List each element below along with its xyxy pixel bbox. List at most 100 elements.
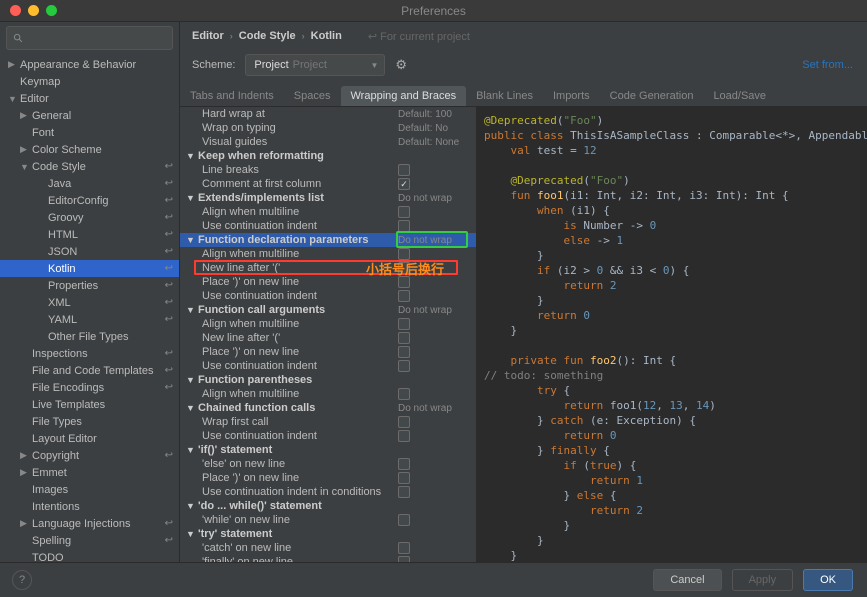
- sidebar-item-font[interactable]: Font: [0, 124, 179, 141]
- option-checkbox[interactable]: [398, 178, 470, 190]
- option-checkbox[interactable]: [398, 248, 470, 260]
- sidebar-item-live-templates[interactable]: Live Templates: [0, 396, 179, 413]
- sidebar-item-code-style[interactable]: ▼Code Style↩: [0, 158, 179, 175]
- option-row[interactable]: Align when multiline: [180, 317, 476, 331]
- tab-code-generation[interactable]: Code Generation: [600, 86, 704, 106]
- option-row[interactable]: ▼'try' statement: [180, 527, 476, 541]
- option-row[interactable]: 'catch' on new line: [180, 541, 476, 555]
- sidebar-item-file-types[interactable]: File Types: [0, 413, 179, 430]
- option-value[interactable]: Default: No: [398, 123, 470, 134]
- sidebar-item-todo[interactable]: TODO: [0, 549, 179, 562]
- option-row[interactable]: New line after '(': [180, 261, 476, 275]
- option-row[interactable]: ▼Function declaration parametersDo not w…: [180, 233, 476, 247]
- scheme-select[interactable]: Project Project ▼: [245, 54, 385, 76]
- sidebar-item-xml[interactable]: XML↩: [0, 294, 179, 311]
- option-checkbox[interactable]: [398, 542, 470, 554]
- option-value[interactable]: Default: 100: [398, 109, 470, 120]
- option-checkbox[interactable]: [398, 486, 470, 498]
- option-checkbox[interactable]: [398, 416, 470, 428]
- tab-imports[interactable]: Imports: [543, 86, 600, 106]
- option-row[interactable]: Comment at first column: [180, 177, 476, 191]
- option-row[interactable]: Use continuation indent: [180, 289, 476, 303]
- sidebar-item-emmet[interactable]: ▶Emmet: [0, 464, 179, 481]
- option-value[interactable]: Default: None: [398, 137, 470, 148]
- option-row[interactable]: ▼Extends/implements listDo not wrap: [180, 191, 476, 205]
- apply-button[interactable]: Apply: [732, 569, 794, 591]
- option-row[interactable]: Use continuation indent: [180, 219, 476, 233]
- option-row[interactable]: Use continuation indent: [180, 359, 476, 373]
- option-checkbox[interactable]: [398, 472, 470, 484]
- option-checkbox[interactable]: [398, 206, 470, 218]
- option-checkbox[interactable]: [398, 220, 470, 232]
- sidebar-item-groovy[interactable]: Groovy↩: [0, 209, 179, 226]
- sidebar-item-general[interactable]: ▶General: [0, 107, 179, 124]
- help-button[interactable]: ?: [12, 570, 32, 590]
- option-checkbox[interactable]: [398, 332, 470, 344]
- option-checkbox[interactable]: [398, 346, 470, 358]
- option-value[interactable]: Do not wrap: [398, 193, 470, 204]
- option-checkbox[interactable]: [398, 388, 470, 400]
- sidebar-item-images[interactable]: Images: [0, 481, 179, 498]
- sidebar-item-keymap[interactable]: Keymap: [0, 73, 179, 90]
- ok-button[interactable]: OK: [803, 569, 853, 591]
- option-row[interactable]: Use continuation indent: [180, 429, 476, 443]
- option-row[interactable]: ▼Function call argumentsDo not wrap: [180, 303, 476, 317]
- sidebar-item-html[interactable]: HTML↩: [0, 226, 179, 243]
- option-row[interactable]: Use continuation indent in conditions: [180, 485, 476, 499]
- search-input[interactable]: [6, 26, 173, 50]
- option-checkbox[interactable]: [398, 318, 470, 330]
- option-row[interactable]: New line after '(': [180, 331, 476, 345]
- option-checkbox[interactable]: [398, 360, 470, 372]
- sidebar-item-color-scheme[interactable]: ▶Color Scheme: [0, 141, 179, 158]
- tab-load-save[interactable]: Load/Save: [703, 86, 776, 106]
- option-row[interactable]: ▼'do ... while()' statement: [180, 499, 476, 513]
- tab-tabs-and-indents[interactable]: Tabs and Indents: [180, 86, 284, 106]
- tab-wrapping-and-braces[interactable]: Wrapping and Braces: [341, 86, 467, 106]
- option-checkbox[interactable]: [398, 290, 470, 302]
- option-row[interactable]: Align when multiline: [180, 205, 476, 219]
- option-row[interactable]: Wrap first call: [180, 415, 476, 429]
- cancel-button[interactable]: Cancel: [653, 569, 721, 591]
- zoom-window[interactable]: [46, 5, 57, 16]
- option-checkbox[interactable]: [398, 276, 470, 288]
- set-from-link[interactable]: Set from...: [802, 59, 853, 71]
- sidebar-item-file-encodings[interactable]: File Encodings↩: [0, 379, 179, 396]
- sidebar-item-editor[interactable]: ▼Editor: [0, 90, 179, 107]
- option-checkbox[interactable]: [398, 514, 470, 526]
- option-row[interactable]: Align when multiline: [180, 387, 476, 401]
- tab-spaces[interactable]: Spaces: [284, 86, 341, 106]
- option-row[interactable]: Place ')' on new line: [180, 471, 476, 485]
- sidebar-item-other-file-types[interactable]: Other File Types: [0, 328, 179, 345]
- option-row[interactable]: ▼Function parentheses: [180, 373, 476, 387]
- option-row[interactable]: 'finally' on new line: [180, 555, 476, 562]
- option-row[interactable]: ▼Keep when reformatting: [180, 149, 476, 163]
- option-row[interactable]: Line breaks: [180, 163, 476, 177]
- minimize-window[interactable]: [28, 5, 39, 16]
- sidebar-item-appearance-behavior[interactable]: ▶Appearance & Behavior: [0, 56, 179, 73]
- sidebar-item-copyright[interactable]: ▶Copyright↩: [0, 447, 179, 464]
- option-row[interactable]: Place ')' on new line: [180, 275, 476, 289]
- option-checkbox[interactable]: [398, 458, 470, 470]
- tab-blank-lines[interactable]: Blank Lines: [466, 86, 543, 106]
- option-row[interactable]: ▼Chained function callsDo not wrap: [180, 401, 476, 415]
- sidebar-item-kotlin[interactable]: Kotlin↩: [0, 260, 179, 277]
- sidebar-item-language-injections[interactable]: ▶Language Injections↩: [0, 515, 179, 532]
- sidebar-item-inspections[interactable]: Inspections↩: [0, 345, 179, 362]
- sidebar-item-properties[interactable]: Properties↩: [0, 277, 179, 294]
- option-value[interactable]: Do not wrap: [398, 305, 470, 316]
- sidebar-item-json[interactable]: JSON↩: [0, 243, 179, 260]
- option-value[interactable]: Do not wrap: [398, 403, 470, 414]
- option-value[interactable]: Do not wrap: [398, 235, 470, 246]
- option-checkbox[interactable]: [398, 164, 470, 176]
- option-row[interactable]: 'else' on new line: [180, 457, 476, 471]
- sidebar-item-spelling[interactable]: Spelling↩: [0, 532, 179, 549]
- option-row[interactable]: Align when multiline: [180, 247, 476, 261]
- sidebar-item-layout-editor[interactable]: Layout Editor: [0, 430, 179, 447]
- close-window[interactable]: [10, 5, 21, 16]
- option-checkbox[interactable]: [398, 262, 470, 274]
- option-checkbox[interactable]: [398, 430, 470, 442]
- sidebar-item-editorconfig[interactable]: EditorConfig↩: [0, 192, 179, 209]
- breadcrumb-item[interactable]: Code Style: [239, 30, 296, 42]
- sidebar-item-java[interactable]: Java↩: [0, 175, 179, 192]
- option-row[interactable]: 'while' on new line: [180, 513, 476, 527]
